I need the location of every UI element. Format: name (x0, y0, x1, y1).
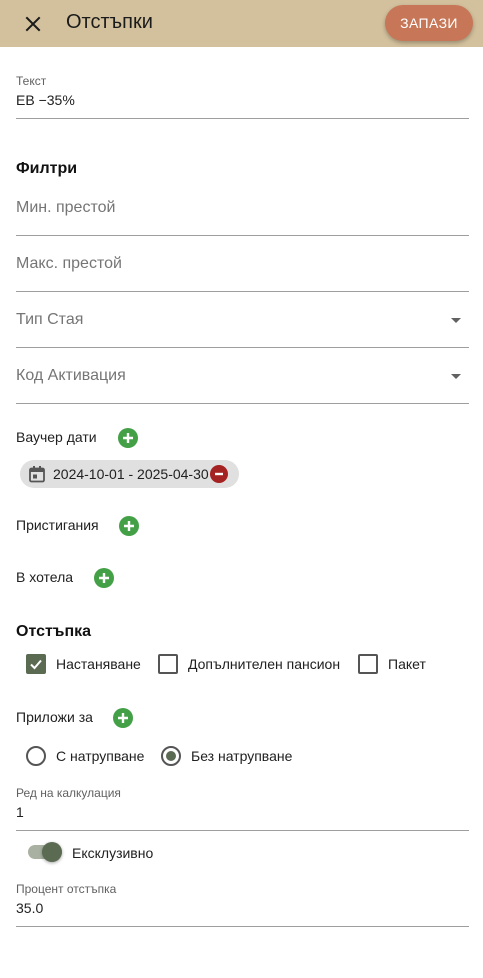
add-voucher-date-button[interactable] (118, 428, 138, 448)
voucher-date-chip: 2024-10-01 - 2025-04-30 (20, 460, 239, 488)
save-button[interactable]: ЗАПАЗИ (385, 5, 473, 41)
radio-non-cumulative[interactable] (161, 746, 181, 766)
max-stay-input[interactable]: Макс. престой (16, 255, 122, 273)
discount-percent-underline (16, 926, 469, 927)
exclusive-toggle-thumb[interactable] (42, 842, 62, 862)
text-field-label: Текст (16, 74, 47, 88)
radio-non-cumulative-label: Без натрупване (191, 748, 293, 764)
activation-code-underline (16, 403, 469, 404)
add-apply-to-button[interactable] (113, 708, 133, 728)
plus-icon (118, 713, 128, 723)
voucher-date-chip-label: 2024-10-01 - 2025-04-30 (53, 466, 209, 482)
max-stay-underline (16, 291, 469, 292)
check-icon (30, 659, 42, 670)
calc-order-underline (16, 830, 469, 831)
discount-title: Отстъпка (16, 623, 92, 640)
voucher-dates-label: Ваучер дати (16, 429, 97, 445)
room-type-select[interactable]: Тип Стая (16, 311, 83, 329)
plus-icon (124, 521, 134, 531)
activation-code-select[interactable]: Код Активация (16, 367, 126, 385)
add-in-hotel-button[interactable] (94, 568, 114, 588)
close-button[interactable] (18, 9, 48, 39)
arrivals-label: Пристигания (16, 517, 99, 533)
radio-cumulative-label: С натрупване (56, 748, 145, 764)
add-arrival-button[interactable] (119, 516, 139, 536)
text-field-underline (16, 118, 469, 119)
min-stay-input[interactable]: Мин. престой (16, 199, 115, 217)
exclusive-label: Ексклузивно (72, 845, 154, 861)
min-stay-underline (16, 235, 469, 236)
text-field-input[interactable]: ЕВ −35% (16, 92, 75, 108)
checkbox-extra-board[interactable] (158, 654, 178, 674)
checkbox-package-label: Пакет (388, 656, 426, 672)
discount-percent-label: Процент отстъпка (16, 882, 117, 896)
plus-icon (99, 573, 109, 583)
calendar-icon (29, 466, 45, 483)
chevron-down-icon[interactable] (451, 318, 461, 323)
remove-voucher-date-button[interactable] (210, 465, 228, 483)
room-type-underline (16, 347, 469, 348)
calc-order-input[interactable]: 1 (16, 804, 24, 820)
plus-icon (123, 433, 133, 443)
filters-title: Филтри (16, 160, 78, 177)
chevron-down-icon[interactable] (451, 374, 461, 379)
checkbox-accommodation[interactable] (26, 654, 46, 674)
close-icon (25, 16, 41, 32)
checkbox-accommodation-label: Настаняване (56, 656, 141, 672)
page-title: Отстъпки (66, 11, 153, 33)
minus-icon (215, 472, 223, 476)
checkbox-extra-board-label: Допълнителен пансион (188, 656, 341, 672)
checkbox-package[interactable] (358, 654, 378, 674)
radio-cumulative[interactable] (26, 746, 46, 766)
discount-percent-input[interactable]: 35.0 (16, 900, 43, 916)
in-hotel-label: В хотела (16, 569, 74, 585)
apply-to-label: Приложи за (16, 709, 93, 725)
app-bar: Отстъпки ЗАПАЗИ (0, 0, 483, 47)
calc-order-label: Ред на калкулация (16, 786, 121, 800)
